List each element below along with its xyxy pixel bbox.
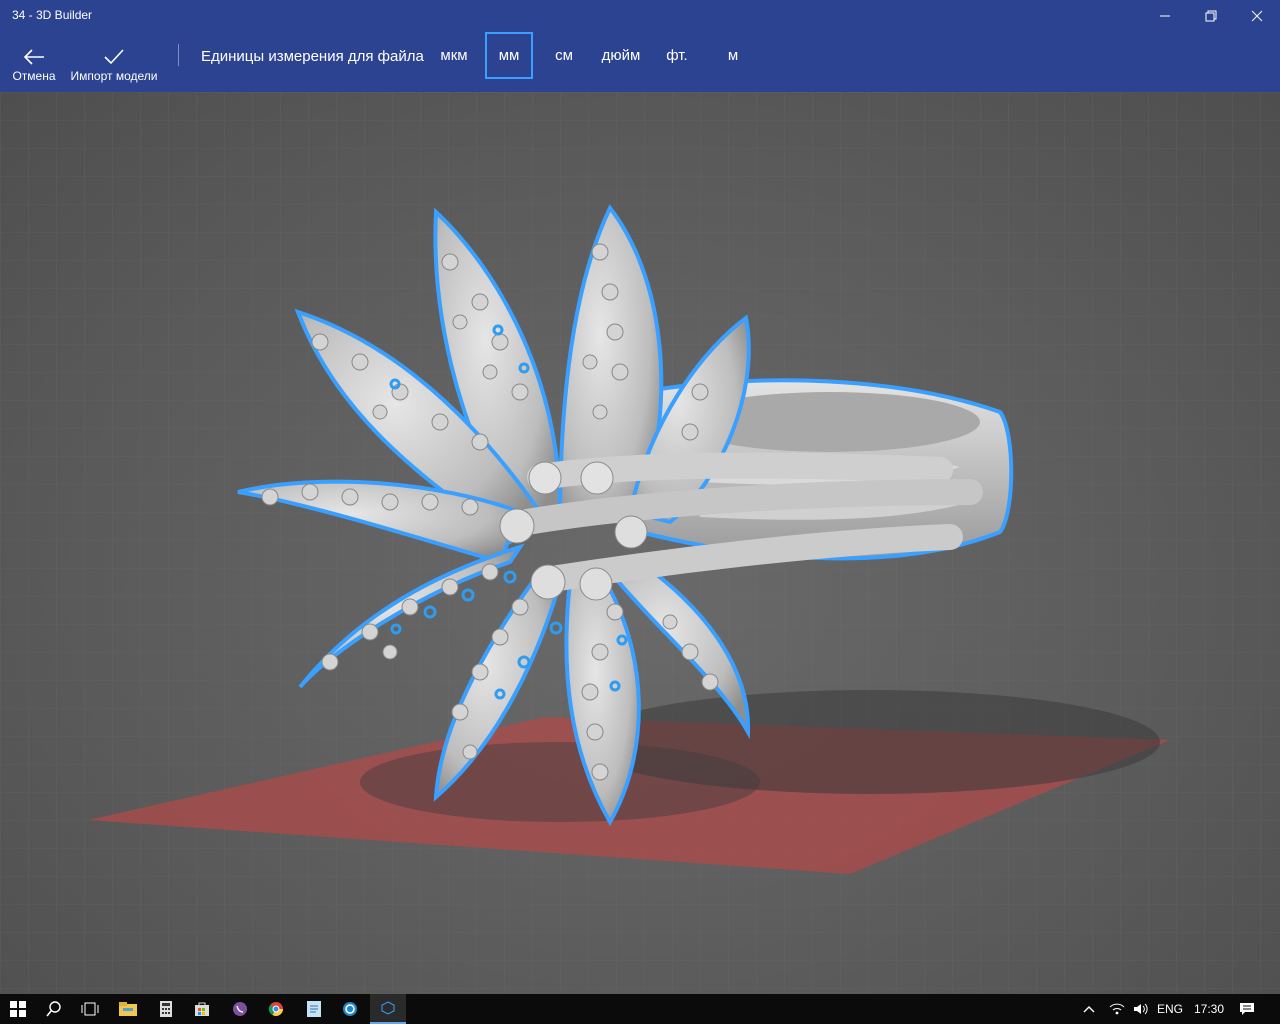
show-hidden-icons-button[interactable] (1074, 994, 1104, 1024)
calculator-icon (160, 1001, 172, 1017)
toolbar-separator (178, 44, 179, 66)
taskbar-calculator[interactable] (148, 994, 184, 1024)
task-view-icon (81, 1002, 99, 1016)
scene (0, 92, 1280, 994)
start-button[interactable] (0, 994, 36, 1024)
close-icon (1251, 10, 1263, 22)
task-view-button[interactable] (72, 994, 108, 1024)
model-shadow-2 (360, 742, 760, 822)
network-button[interactable] (1104, 994, 1130, 1024)
speaker-icon (1134, 1003, 1148, 1015)
chevron-up-icon (1083, 1006, 1095, 1013)
3d-viewport[interactable] (0, 92, 1280, 994)
start-icon (10, 1001, 26, 1017)
chrome-icon (268, 1002, 283, 1016)
unit-millimeter[interactable]: мм (485, 32, 533, 79)
close-button[interactable] (1234, 0, 1280, 32)
search-icon (46, 1001, 61, 1017)
back-arrow-icon (23, 49, 44, 65)
unit-foot[interactable]: фт. (657, 32, 697, 79)
taskbar-store[interactable] (184, 994, 220, 1024)
volume-button[interactable] (1128, 994, 1154, 1024)
notification-icon (1240, 1003, 1254, 1015)
minimize-button[interactable] (1142, 0, 1188, 32)
restore-button[interactable] (1188, 0, 1234, 32)
cancel-button[interactable]: Отмена (8, 32, 60, 92)
restore-icon (1205, 10, 1217, 22)
window-title: 34 - 3D Builder (12, 8, 93, 22)
unit-meter[interactable]: м (714, 32, 752, 79)
taskbar-viber[interactable] (222, 994, 258, 1024)
3d-builder-icon (381, 1001, 395, 1015)
wifi-icon (1109, 1003, 1125, 1015)
import-model-button[interactable]: Импорт модели (66, 32, 162, 92)
taskbar-settings[interactable] (332, 994, 368, 1024)
taskbar-chrome[interactable] (258, 994, 294, 1024)
cancel-label: Отмена (12, 69, 56, 83)
checkmark-icon (104, 49, 124, 65)
taskbar: ENG 17:30 (0, 994, 1280, 1024)
notes-icon (307, 1001, 321, 1017)
taskbar-notes[interactable] (296, 994, 332, 1024)
title-bar: 34 - 3D Builder (0, 0, 1280, 32)
clock[interactable]: 17:30 (1194, 1002, 1224, 1016)
taskbar-file-explorer[interactable] (110, 994, 146, 1024)
command-bar: Отмена Импорт модели Единицы измерения д… (0, 32, 1280, 92)
import-model-label: Импорт модели (70, 69, 158, 83)
unit-inch[interactable]: дюйм (594, 32, 648, 79)
file-explorer-icon (119, 1002, 137, 1016)
search-button[interactable] (36, 994, 72, 1024)
store-icon (195, 1002, 209, 1016)
unit-micrometer[interactable]: мкм (432, 32, 476, 79)
unit-centimeter[interactable]: см (544, 32, 584, 79)
taskbar-3d-builder[interactable] (370, 994, 406, 1024)
viber-icon (233, 1002, 247, 1016)
units-label: Единицы измерения для файла (201, 48, 424, 65)
settings-icon (343, 1002, 357, 1016)
minimize-icon (1160, 15, 1170, 17)
action-center-button[interactable] (1230, 994, 1264, 1024)
input-language[interactable]: ENG (1157, 1002, 1183, 1016)
